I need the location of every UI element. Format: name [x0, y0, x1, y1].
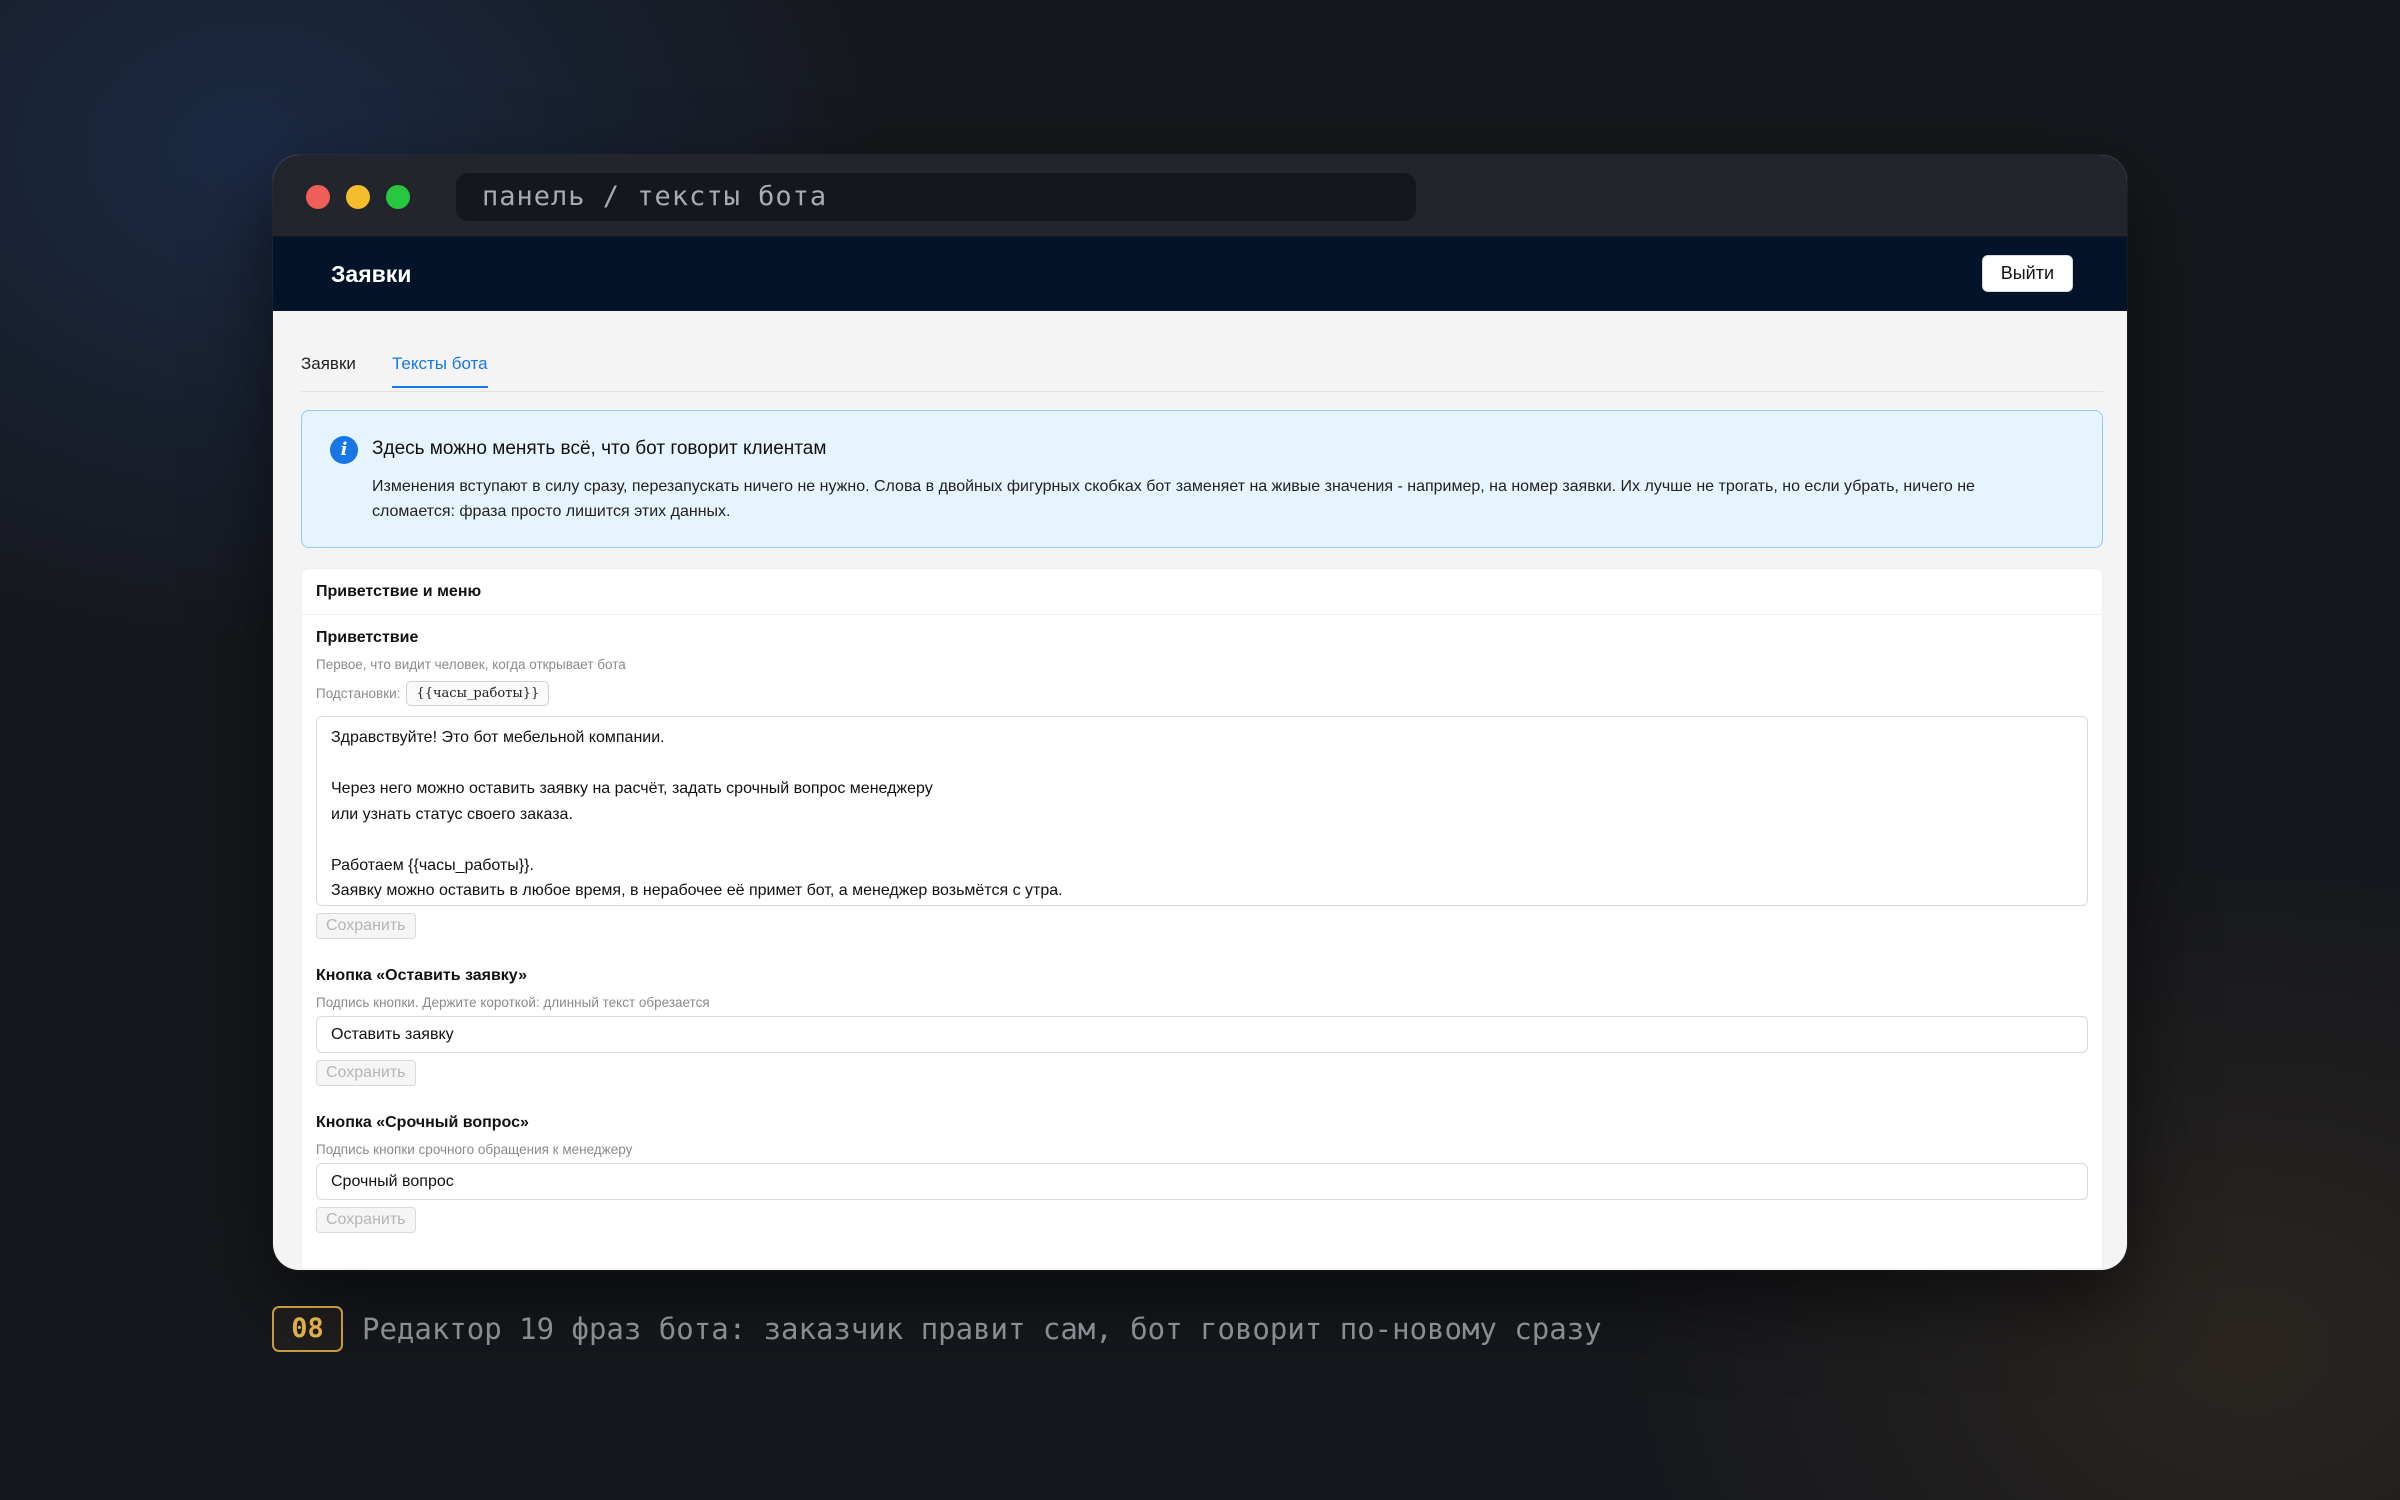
urgent-button-label-input[interactable]: Срочный вопрос [316, 1163, 2088, 1200]
app-window: панель / тексты бота Заявки Выйти Заявки… [273, 155, 2127, 1270]
field-label-submit-button: Кнопка «Оставить заявку» [316, 967, 527, 984]
save-urgent-button-label-button[interactable]: Сохранить [316, 1207, 416, 1233]
textarea-line: Через него можно оставить заявку на расч… [331, 780, 933, 797]
textarea-line: Здравствуйте! Это бот мебельной компании… [331, 729, 665, 746]
section-card: Приветствие и меню Приветствие Первое, ч… [301, 568, 2103, 1268]
window-titlebar: панель / тексты бота [273, 155, 2127, 237]
slide-number-badge: 08 [272, 1306, 343, 1352]
app-title: Заявки [331, 261, 412, 287]
notice-title: Здесь можно менять всё, что бот говорит … [372, 438, 827, 459]
field-label-greeting: Приветствие [316, 629, 419, 646]
caption-text: Редактор 19 фраз бота: заказчик правит с… [362, 1312, 1602, 1346]
textarea-line: или узнать статус своего заказа. [331, 805, 573, 823]
textarea-line: Заявку можно оставить в любое время, в н… [331, 882, 1063, 899]
textarea-line [331, 827, 2073, 853]
save-submit-button-label-button[interactable]: Сохранить [316, 1060, 416, 1086]
textarea-line [331, 751, 2073, 777]
field-hint-greeting: Первое, что видит человек, когда открыва… [316, 657, 626, 672]
substitutions-label: Подстановки: [316, 685, 401, 701]
textarea-line: Работаем {{часы_работы}}. [331, 856, 534, 874]
logout-button[interactable]: Выйти [1981, 255, 2073, 292]
slide-caption: 08 Редактор 19 фраз бота: заказчик прави… [272, 1306, 1602, 1352]
app-header: Заявки Выйти [273, 237, 2127, 311]
save-greeting-button[interactable]: Сохранить [316, 913, 416, 939]
tab-bar: Заявки Тексты бота [301, 311, 2103, 392]
substitutions-row: Подстановки: {{часы_работы}} [316, 680, 2088, 706]
minimize-window-button[interactable] [346, 185, 370, 209]
info-icon: i [330, 436, 358, 464]
notice-text: Изменения вступают в силу сразу, перезап… [372, 478, 1975, 520]
tab-requests[interactable]: Заявки [301, 354, 356, 386]
info-notice: i Здесь можно менять всё, что бот говори… [301, 410, 2103, 548]
close-window-button[interactable] [306, 185, 330, 209]
substitution-chip[interactable]: {{часы_работы}} [406, 680, 550, 706]
field-hint-urgent-button: Подпись кнопки срочного обращения к мене… [316, 1142, 633, 1157]
main-content: Заявки Тексты бота i Здесь можно менять … [273, 311, 2127, 1268]
submit-button-label-input[interactable]: Оставить заявку [316, 1016, 2088, 1053]
field-hint-submit-button: Подпись кнопки. Держите короткой: длинны… [316, 995, 710, 1010]
address-bar[interactable]: панель / тексты бота [456, 173, 1416, 221]
greeting-textarea[interactable]: Здравствуйте! Это бот мебельной компании… [316, 716, 2088, 906]
section-title: Приветствие и меню [302, 569, 2102, 615]
tab-bot-texts[interactable]: Тексты бота [392, 354, 488, 388]
field-label-urgent-button: Кнопка «Срочный вопрос» [316, 1114, 529, 1131]
maximize-window-button[interactable] [386, 185, 410, 209]
